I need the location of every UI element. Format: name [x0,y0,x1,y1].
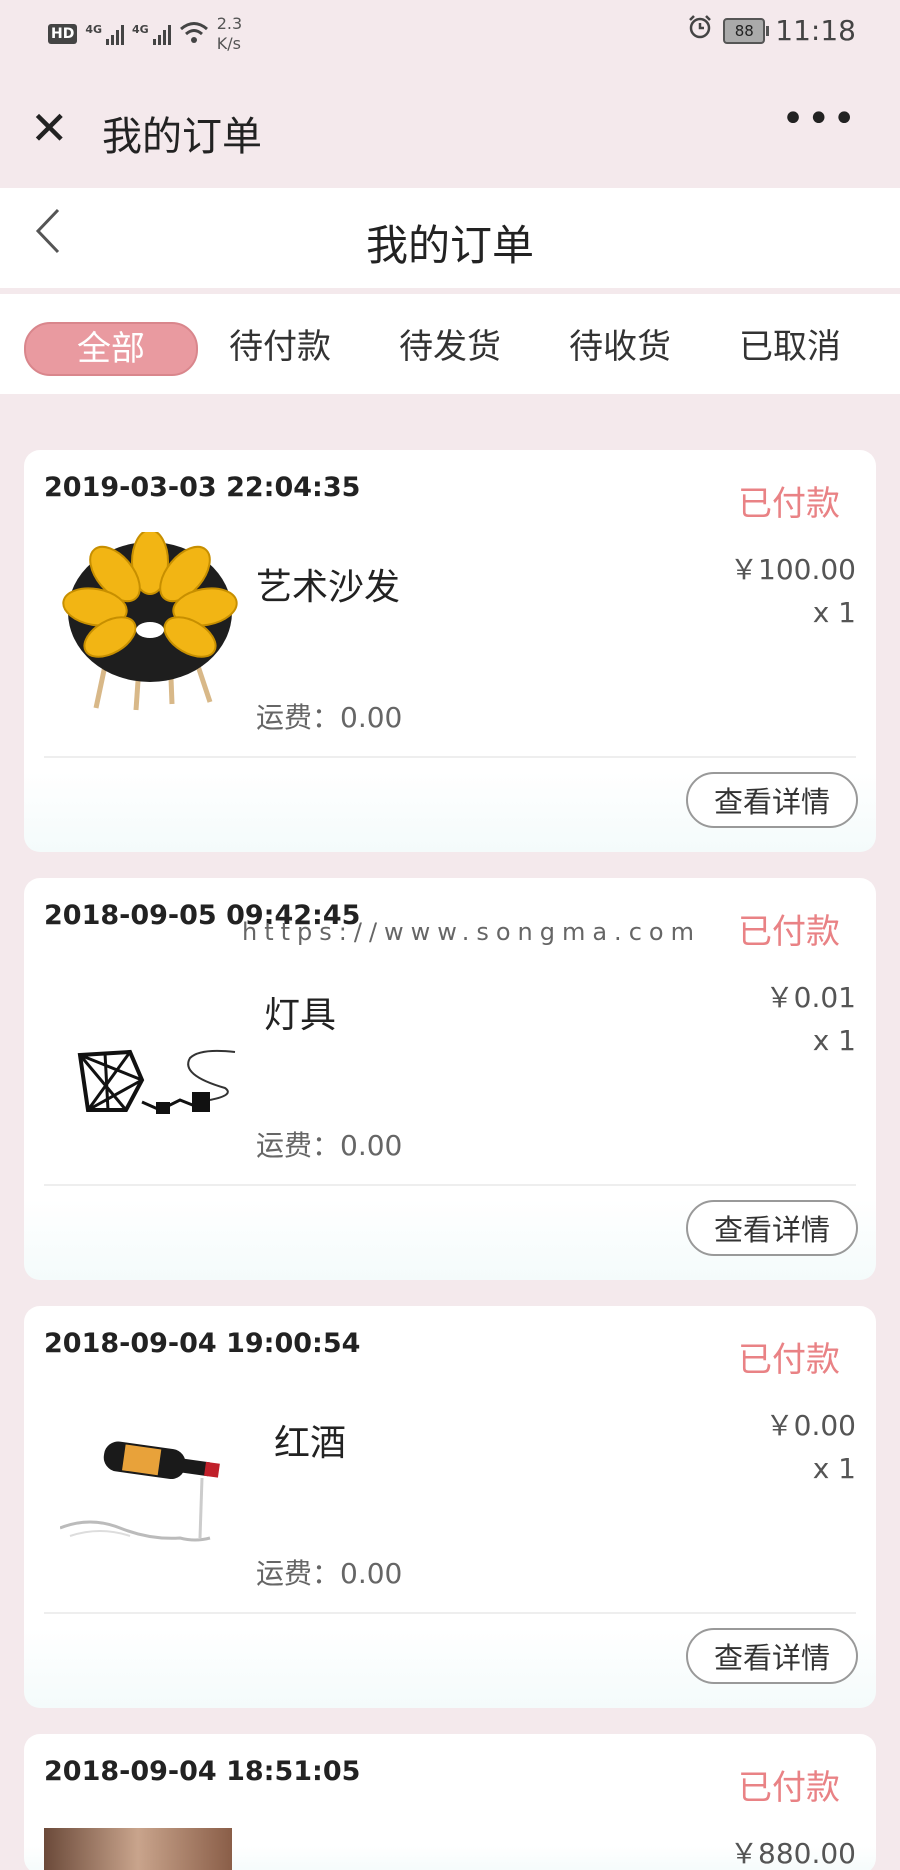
product-name[interactable]: 红酒 [274,1414,346,1466]
product-price: ￥0.00 [765,1409,856,1442]
order-status: 已付款 [738,912,840,952]
signal-icon: 4G [85,23,125,45]
tab-pending-payment[interactable]: 待付款 [210,322,350,372]
tab-all[interactable]: 全部 [24,322,198,376]
product-price: ￥100.00 [730,553,856,586]
product-price: ￥880.00 [730,1837,856,1870]
status-right: 88 11:18 [687,14,856,47]
order-date: 2019-03-03 22:04:35 [44,472,361,503]
wechat-title-bar: ✕ 我的订单 ••• [0,66,900,188]
status-left: HD 4G 4G 2.3 K/s [48,14,242,54]
order-card: 2019-03-03 22:04:35 已付款 艺术沙发 ￥100.00 x 1… [24,450,876,852]
clock: 11:18 [775,14,856,47]
alarm-icon [687,14,713,47]
product-price: ￥0.01 [765,981,856,1014]
more-icon[interactable]: ••• [781,96,858,142]
product-name[interactable]: 艺术沙发 [256,558,400,610]
status-bar: HD 4G 4G 2.3 K/s 88 11:18 [0,0,900,66]
order-card: 2018-09-04 19:00:54 已付款 红酒 ￥0.00 x 1 运费：… [24,1306,876,1708]
shipping-fee: 运费：0.00 [256,1129,403,1162]
speed-unit: K/s [216,34,241,53]
order-date: 2018-09-04 18:51:05 [44,1756,361,1787]
product-quantity: x 1 [812,596,856,629]
tab-pending-receipt[interactable]: 待收货 [550,322,690,372]
battery-icon: 88 [723,17,770,44]
divider [44,1184,856,1186]
watermark: https://www.songma.com [242,918,701,946]
network-label: 4G [85,23,103,36]
wifi-icon [179,20,209,49]
order-status: 已付款 [738,1340,840,1380]
network-label: 4G [132,23,149,36]
product-image[interactable] [44,1828,232,1870]
divider [44,756,856,758]
product-quantity: x 1 [812,1024,856,1057]
page-title: 我的订单 [365,221,534,270]
wechat-title: 我的订单 [102,114,262,160]
product-image[interactable] [60,960,240,1140]
tab-pending-shipment[interactable]: 待发货 [380,322,520,372]
order-status: 已付款 [738,484,840,524]
product-name[interactable]: 灯具 [264,986,336,1038]
view-details-button[interactable]: 查看详情 [686,1200,858,1256]
order-status: 已付款 [738,1768,840,1808]
signal-icon: 4G [132,23,171,45]
shipping-fee: 运费：0.00 [256,1557,403,1590]
page-header: 我的订单 [0,188,900,294]
network-speed: 2.3 K/s [217,14,242,54]
product-image[interactable] [60,529,240,712]
order-card: 2018-09-04 18:51:05 已付款 ￥880.00 [24,1734,876,1870]
order-date: 2018-09-04 19:00:54 [44,1328,361,1359]
view-details-button[interactable]: 查看详情 [686,772,858,828]
product-quantity: x 1 [812,1452,856,1485]
product-image[interactable] [59,1388,240,1568]
view-details-button[interactable]: 查看详情 [686,1628,858,1684]
close-icon[interactable]: ✕ [30,105,69,151]
tab-cancelled[interactable]: 已取消 [720,322,860,372]
order-tabs: 全部 待付款 待发货 待收货 已取消 [0,294,900,394]
order-list: 2019-03-03 22:04:35 已付款 艺术沙发 ￥100.00 x 1… [24,450,876,1870]
hd-icon: HD [48,24,78,44]
speed-value: 2.3 [216,14,243,33]
divider [44,1612,856,1614]
shipping-fee: 运费：0.00 [256,701,403,734]
